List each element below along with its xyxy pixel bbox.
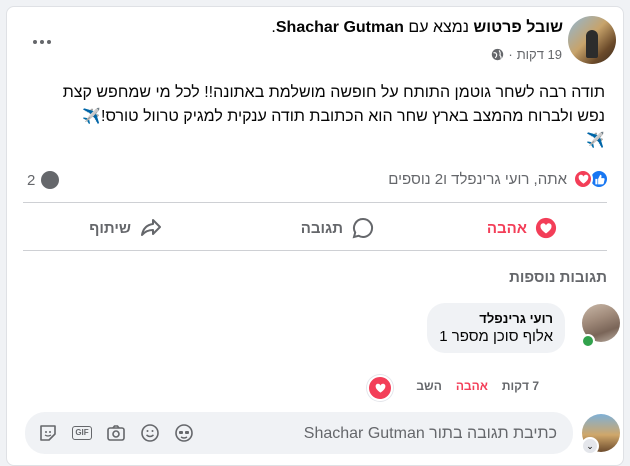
share-icon xyxy=(141,219,161,236)
love-reaction-icon xyxy=(573,169,593,189)
comment-button[interactable]: תגובה xyxy=(301,212,375,244)
reactions-text: אתה, רועי גרינפלד ו2 נוספים xyxy=(388,170,567,188)
more-comments-link[interactable]: תגובות נוספות xyxy=(509,269,607,286)
comment-time[interactable]: 7 דקות xyxy=(502,379,539,393)
comment-composer[interactable]: GIF xyxy=(25,412,573,456)
comment-button-label: תגובה xyxy=(300,219,343,237)
comment-bubble-icon xyxy=(41,171,60,189)
share-button-label: שיתוף xyxy=(89,219,131,237)
chevron-down-icon[interactable]: ⌄ xyxy=(581,437,599,455)
post-header-title: שובל פרטוש נמצא עם Shachar Gutman. xyxy=(271,19,563,37)
post-text-line-1: תודה רבה לשחר גוטמן התותח על חופשה מושלמ… xyxy=(62,84,605,101)
author-avatar[interactable] xyxy=(568,16,616,64)
post-text: תודה רבה לשחר גוטמן התותח על חופשה מושלמ… xyxy=(25,81,605,153)
globe-icon xyxy=(492,48,504,61)
post-meta: 19 דקות · xyxy=(491,47,562,62)
plane-emoji: ✈️ xyxy=(82,108,102,125)
gif-icon[interactable]: GIF xyxy=(71,422,93,444)
post-card: שובל פרטוש נמצא עם Shachar Gutman. 19 דק… xyxy=(6,6,624,466)
divider-bottom xyxy=(23,250,607,251)
post-text-line-2: נפש ולברוח מהמצב בארץ שחר הוא הכתובת תוד… xyxy=(101,108,605,125)
comment-reply-link[interactable]: השב xyxy=(416,379,441,393)
more-options-icon[interactable] xyxy=(29,35,55,49)
camera-icon[interactable] xyxy=(105,422,127,444)
online-status-dot xyxy=(581,334,595,348)
comment-text: אלוף סוכן מספר 1 xyxy=(439,328,553,345)
comment-actions: 7 דקות אהבה השב xyxy=(416,379,539,393)
avatar-sticker-icon[interactable] xyxy=(173,422,195,444)
post-time[interactable]: 19 דקות xyxy=(517,47,562,62)
reactions-summary[interactable]: אתה, רועי גרינפלד ו2 נוספים xyxy=(388,169,609,189)
with-text: נמצא עם xyxy=(408,19,469,36)
comment-input[interactable] xyxy=(235,412,559,456)
emoji-icon[interactable] xyxy=(139,422,161,444)
comment-author[interactable]: רועי גרינפלד xyxy=(439,311,553,326)
plane-emoji-2: ✈️ xyxy=(586,132,605,149)
comment-icon xyxy=(352,217,374,239)
divider-top xyxy=(23,202,607,203)
heart-icon xyxy=(535,217,557,239)
author-name[interactable]: שובל פרטוש xyxy=(473,19,563,36)
comment-love-link[interactable]: אהבה xyxy=(456,379,488,393)
comments-count-value: 2 xyxy=(27,171,36,189)
comments-count[interactable]: 2 xyxy=(27,171,60,189)
tagged-name[interactable]: Shachar Gutman xyxy=(276,19,404,36)
love-button[interactable]: אהבה xyxy=(487,212,557,244)
comment-bubble: רועי גרינפלד אלוף סוכן מספר 1 xyxy=(427,303,565,353)
sticker-icon[interactable] xyxy=(37,422,59,444)
comment-love-reaction-icon[interactable] xyxy=(367,375,393,401)
share-button[interactable]: שיתוף xyxy=(89,212,163,244)
composer-tools: GIF xyxy=(37,422,195,444)
meta-separator: · xyxy=(508,47,513,62)
love-button-label: אהבה xyxy=(486,219,527,237)
